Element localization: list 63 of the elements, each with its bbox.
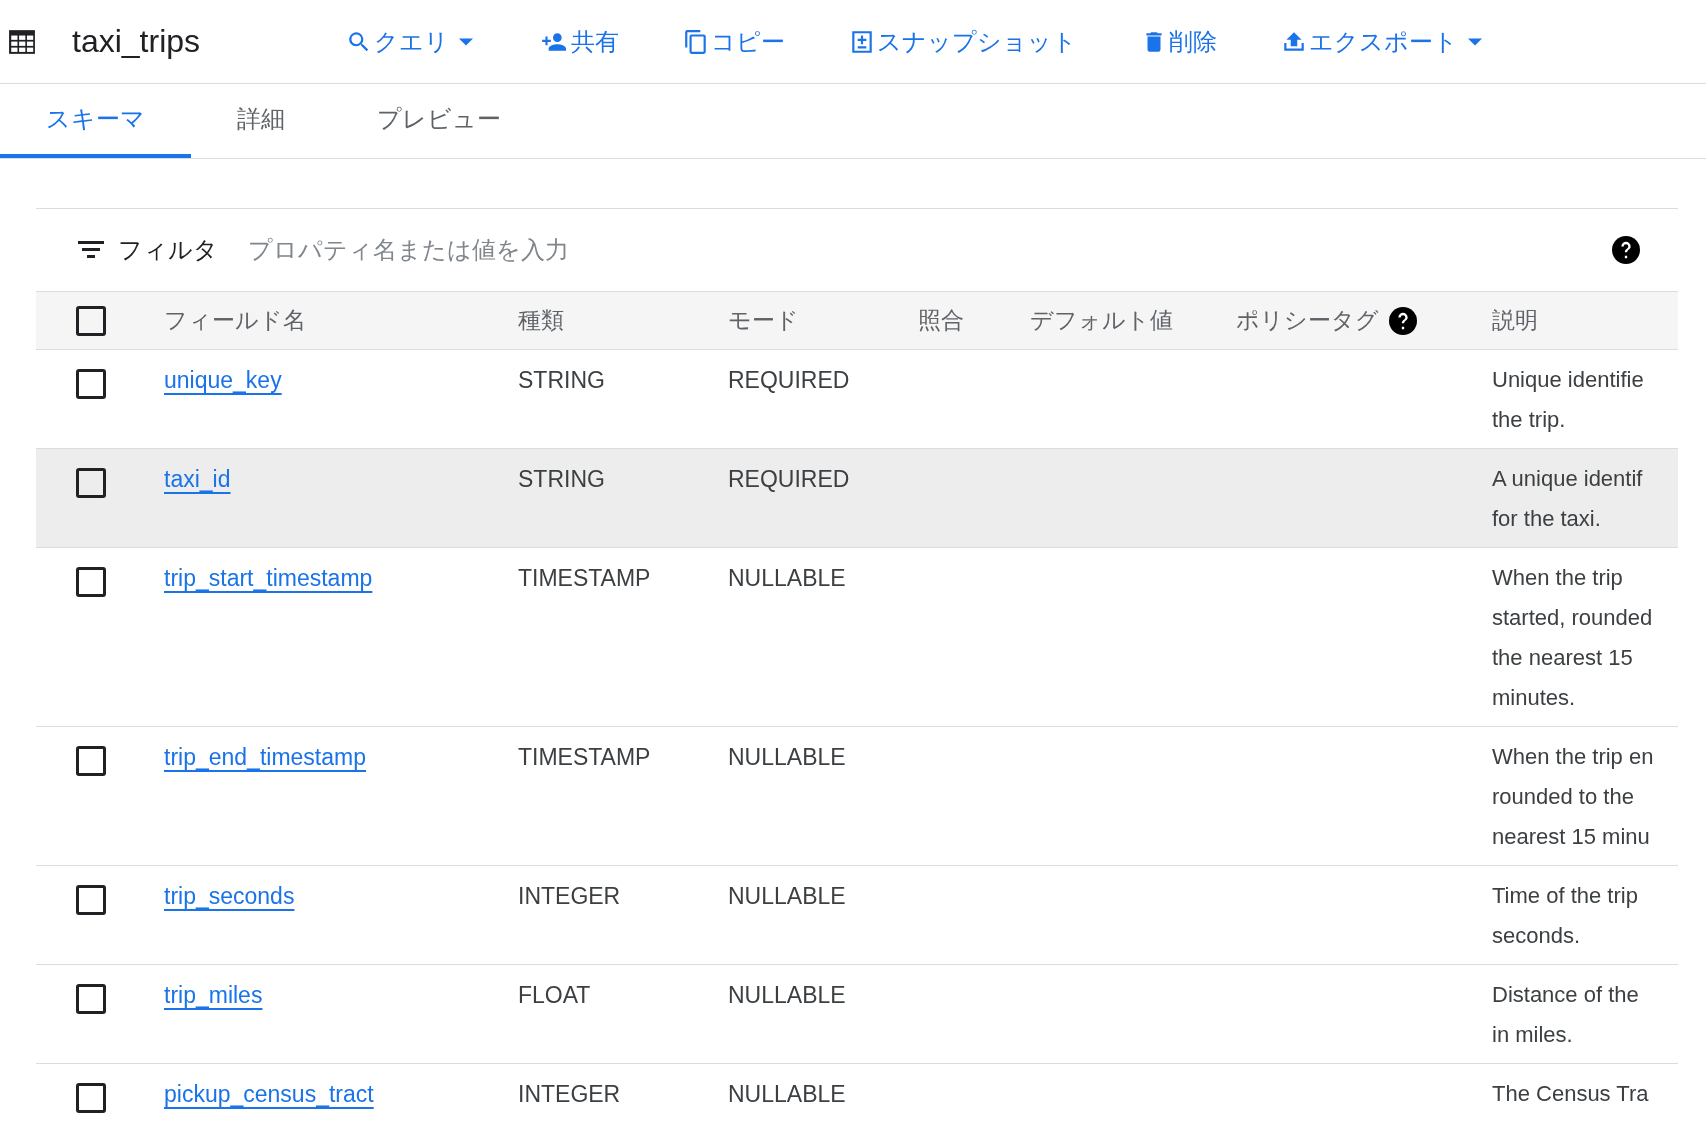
column-header: ポリシータグ — [1236, 306, 1379, 335]
field-description: A unique identif for the taxi. — [1492, 466, 1643, 531]
table-icon — [8, 28, 36, 55]
filter-label: フィルタ — [118, 235, 218, 265]
row-checkbox[interactable] — [76, 745, 106, 776]
column-header: フィールド名 — [164, 306, 306, 335]
column-header: デフォルト値 — [1030, 306, 1173, 335]
caret-icon — [459, 37, 473, 46]
field-mode: NULLABLE — [728, 565, 846, 591]
select-all-checkbox[interactable] — [76, 305, 106, 336]
field-mode: NULLABLE — [728, 744, 846, 770]
field-mode: NULLABLE — [728, 1081, 846, 1107]
help-icon[interactable] — [1389, 306, 1417, 335]
field-name-link[interactable]: trip_miles — [164, 982, 263, 1008]
row-checkbox[interactable] — [76, 467, 106, 498]
field-description: Time of the trip seconds. — [1492, 883, 1638, 948]
copy-button[interactable]: コピー — [679, 19, 789, 64]
tab[interactable]: 詳細 — [191, 84, 331, 158]
column-header: 照合 — [918, 306, 964, 335]
row-checkbox[interactable] — [76, 983, 106, 1014]
snapshot-button[interactable]: スナップショット — [845, 19, 1081, 64]
column-header: 説明 — [1492, 306, 1538, 335]
field-name-link[interactable]: trip_start_timestamp — [164, 565, 373, 591]
field-type: TIMESTAMP — [518, 565, 651, 591]
column-header: 種類 — [518, 306, 564, 335]
field-mode: REQUIRED — [728, 466, 850, 492]
help-icon[interactable] — [1612, 236, 1640, 264]
caret-icon — [1468, 37, 1482, 46]
row-checkbox[interactable] — [76, 566, 106, 597]
search-button[interactable]: クエリ — [342, 19, 477, 64]
field-name-link[interactable]: trip_seconds — [164, 883, 295, 909]
field-name-link[interactable]: trip_end_timestamp — [164, 744, 366, 770]
copy-icon — [683, 28, 709, 55]
tab[interactable]: スキーマ — [0, 84, 191, 158]
row-checkbox[interactable] — [76, 1082, 106, 1113]
field-description: Distance of the in miles. — [1492, 982, 1639, 1047]
table-title: taxi_trips — [72, 23, 202, 60]
field-type: STRING — [518, 367, 605, 393]
tab[interactable]: プレビュー — [331, 84, 547, 158]
field-mode: NULLABLE — [728, 883, 846, 909]
field-description: When the trip en rounded to the nearest 15 minu — [1492, 744, 1654, 849]
filter-input[interactable]: プロパティ名または値を入力 — [246, 235, 1612, 265]
filter-icon — [78, 241, 104, 259]
field-type: STRING — [518, 466, 605, 492]
row-checkbox[interactable] — [76, 368, 106, 399]
share-button[interactable]: 共有 — [533, 19, 623, 64]
column-header: モード — [728, 306, 799, 335]
field-type: INTEGER — [518, 883, 621, 909]
field-mode: REQUIRED — [728, 367, 850, 393]
field-description: The Census Tra — [1492, 1081, 1649, 1106]
export-button[interactable]: エクスポート — [1277, 19, 1486, 64]
field-description: Unique identifie the trip. — [1492, 367, 1644, 432]
field-description: When the trip started, rounded the nearest 15 minutes. — [1492, 565, 1653, 710]
snapshot-icon — [849, 28, 875, 55]
field-name-link[interactable]: unique_key — [164, 367, 282, 393]
field-type: TIMESTAMP — [518, 744, 651, 770]
row-checkbox[interactable] — [76, 884, 106, 915]
field-name-link[interactable]: pickup_census_tract — [164, 1081, 374, 1107]
delete-button[interactable]: 削除 — [1137, 19, 1221, 64]
field-name-link[interactable]: taxi_id — [164, 466, 231, 492]
field-type: INTEGER — [518, 1081, 621, 1107]
field-mode: NULLABLE — [728, 982, 846, 1008]
field-type: FLOAT — [518, 982, 591, 1008]
